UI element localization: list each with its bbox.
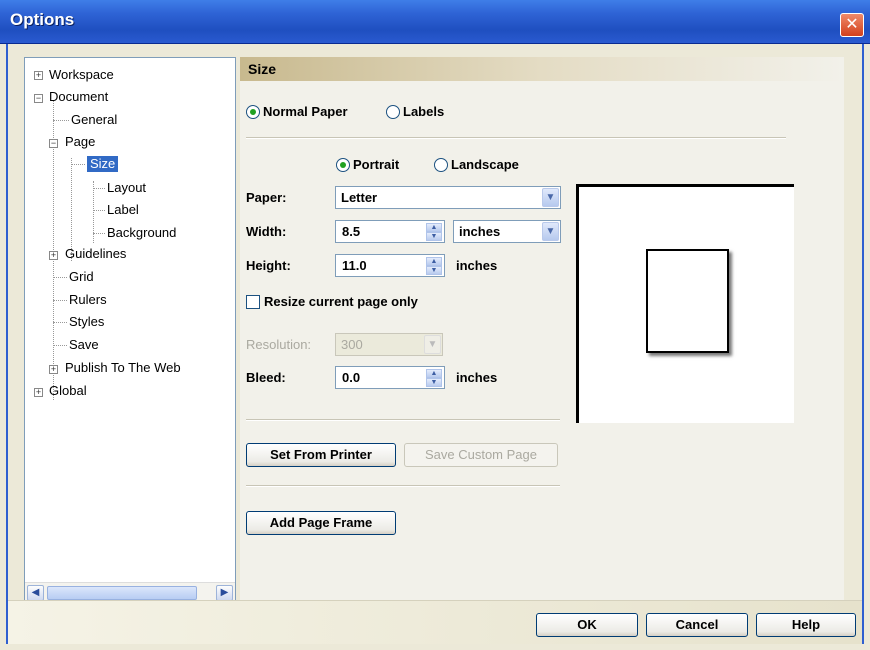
tree-item-styles[interactable]: Styles [69,314,104,330]
options-window: + Workspace − Document General − Page Si… [6,44,864,644]
spin-arrows-icon[interactable]: ▲ ▼ [426,369,442,387]
paper-label: Paper: [246,190,287,205]
expand-icon[interactable]: + [34,388,43,397]
expand-icon[interactable]: + [34,71,43,80]
bleed-label: Bleed: [246,370,286,385]
tree-item-label[interactable]: Label [107,202,139,218]
labels-label: Labels [403,104,445,119]
tree-line [53,345,67,346]
tree-line [53,322,67,323]
paper-value: Letter [341,190,378,205]
scroll-thumb[interactable] [47,586,197,600]
options-tree[interactable]: + Workspace − Document General − Page Si… [24,57,236,603]
separator [246,137,786,139]
bleed-spinbox[interactable]: 0.0 ▲ ▼ [335,366,445,389]
normal-paper-radio[interactable]: Normal Paper [246,104,348,119]
tree-line [93,210,105,211]
tree-item-size[interactable]: Size [87,156,119,172]
save-custom-page-button: Save Custom Page [404,443,558,467]
bleed-value: 0.0 [342,370,361,385]
expand-icon[interactable]: + [49,365,58,374]
width-value: 8.5 [342,224,361,239]
spin-arrows-icon[interactable]: ▲ ▼ [426,223,442,241]
tree-item-layout[interactable]: Layout [107,180,146,196]
checkbox-icon [246,294,260,309]
tree-line [93,188,105,189]
tree-horizontal-scrollbar[interactable]: ◀ ▶ [25,582,235,602]
separator [246,419,560,421]
expand-icon[interactable]: + [49,251,58,260]
chevron-down-icon[interactable]: ▼ [542,222,559,241]
units-value: inches [459,224,501,239]
help-button[interactable]: Help [756,613,856,637]
labels-radio[interactable]: Labels [386,104,444,119]
units-select[interactable]: inches ▼ [453,220,561,243]
normal-paper-label: Normal Paper [263,104,348,119]
tree-item-page[interactable]: Page [65,134,95,150]
arrow-left-icon: ◀ [31,587,40,598]
height-spinbox[interactable]: 11.0 ▲ ▼ [335,254,445,277]
tree-item-global[interactable]: Global [49,383,87,399]
size-settings-panel: Size Normal Paper Labels Portrait Landsc… [240,57,844,603]
resize-current-page-label: Resize current page only [264,294,418,309]
cancel-button[interactable]: Cancel [646,613,748,637]
height-value: 11.0 [342,258,367,273]
tree-line [53,300,67,301]
radio-selected-icon [246,104,260,119]
tree-item-document[interactable]: Document [49,89,108,105]
collapse-icon[interactable]: − [49,139,58,148]
width-spinbox[interactable]: 8.5 ▲ ▼ [335,220,445,243]
window-title: Options [10,10,75,29]
resolution-label: Resolution: [246,337,312,352]
tree-line [53,120,69,121]
resize-current-page-checkbox[interactable]: Resize current page only [246,294,418,309]
scroll-left-button[interactable]: ◀ [27,585,44,601]
tree-item-publish-to-the-web[interactable]: Publish To The Web [65,360,181,376]
tree-item-rulers[interactable]: Rulers [69,292,107,308]
tree-item-workspace[interactable]: Workspace [49,67,114,83]
landscape-radio[interactable]: Landscape [434,157,519,172]
tree-item-general[interactable]: General [71,112,117,128]
bleed-unit: inches [456,370,498,385]
portrait-label: Portrait [353,157,400,172]
tree-line [53,277,67,278]
collapse-icon[interactable]: − [34,94,43,103]
close-button[interactable]: ✕ [840,13,864,37]
dialog-footer: OK Cancel Help [8,600,862,644]
width-label: Width: [246,224,287,239]
ok-button[interactable]: OK [536,613,638,637]
tree-item-save[interactable]: Save [69,337,99,353]
radio-selected-icon [336,157,350,172]
tree-item-guidelines[interactable]: Guidelines [65,246,126,262]
tree-line [93,233,105,234]
section-header: Size [240,57,844,81]
add-page-frame-button[interactable]: Add Page Frame [246,511,396,535]
spin-arrows-icon[interactable]: ▲ ▼ [426,257,442,275]
arrow-right-icon: ▶ [220,587,229,598]
title-bar: Options ✕ [0,0,870,44]
page-preview [576,184,794,423]
page-preview-sheet [646,249,729,353]
height-unit: inches [456,258,498,273]
set-from-printer-button[interactable]: Set From Printer [246,443,396,467]
radio-unselected-icon [434,157,448,172]
tree-line [71,164,85,165]
radio-unselected-icon [386,104,400,119]
paper-select[interactable]: Letter ▼ [335,186,561,209]
resolution-value: 300 [341,337,363,352]
landscape-label: Landscape [451,157,519,172]
chevron-down-icon: ▼ [424,335,441,354]
close-icon: ✕ [845,16,859,33]
portrait-radio[interactable]: Portrait [336,157,399,172]
separator [246,485,560,487]
tree-item-background[interactable]: Background [107,225,176,241]
scroll-right-button[interactable]: ▶ [216,585,233,601]
tree-item-grid[interactable]: Grid [69,269,94,285]
chevron-down-icon[interactable]: ▼ [542,188,559,207]
height-label: Height: [246,258,291,273]
resolution-select: 300 ▼ [335,333,443,356]
